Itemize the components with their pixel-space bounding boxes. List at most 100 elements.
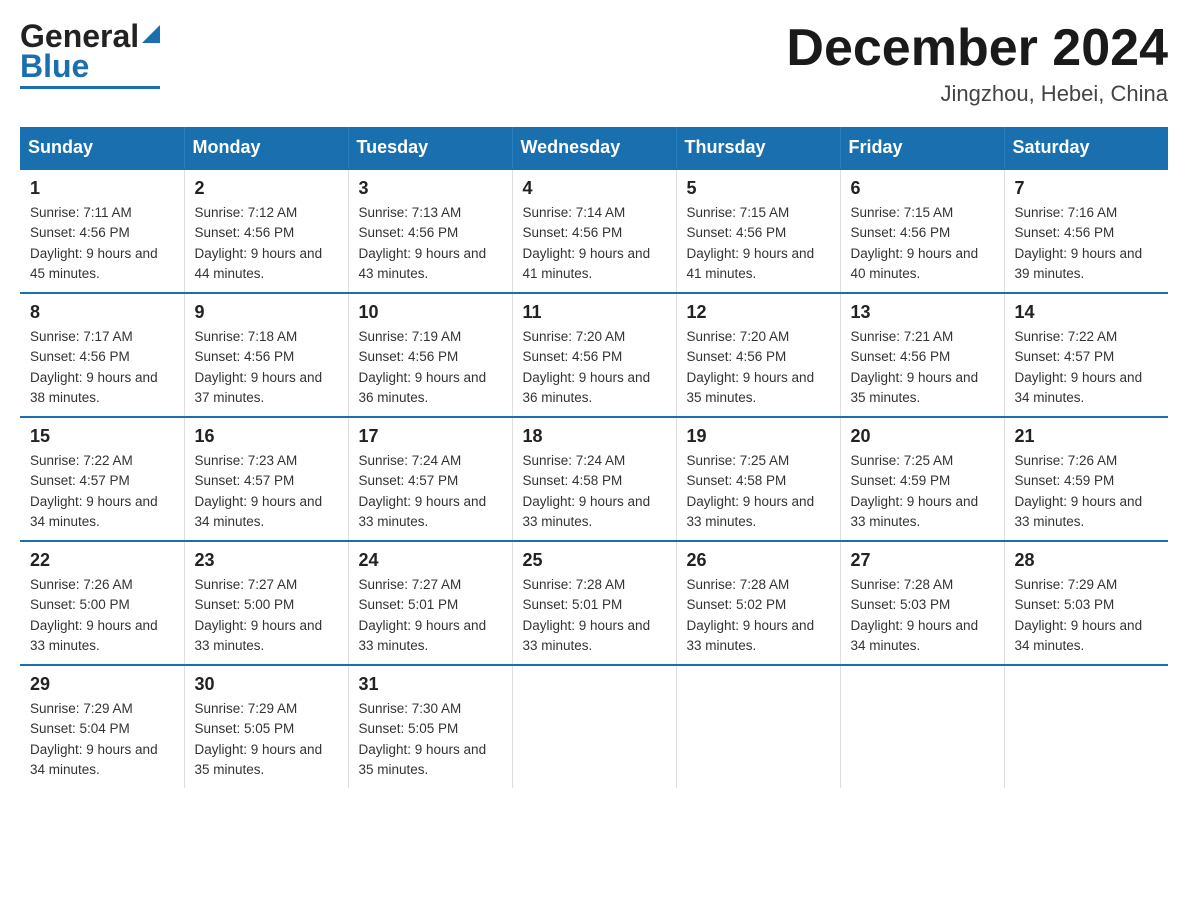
calendar-day-cell: 13 Sunrise: 7:21 AMSunset: 4:56 PMDaylig… — [840, 293, 1004, 417]
day-number: 10 — [359, 302, 502, 323]
day-info: Sunrise: 7:29 AMSunset: 5:03 PMDaylight:… — [1015, 575, 1159, 656]
calendar-day-cell: 20 Sunrise: 7:25 AMSunset: 4:59 PMDaylig… — [840, 417, 1004, 541]
day-info: Sunrise: 7:17 AMSunset: 4:56 PMDaylight:… — [30, 327, 174, 408]
calendar-day-cell: 6 Sunrise: 7:15 AMSunset: 4:56 PMDayligh… — [840, 169, 1004, 293]
calendar-day-cell: 4 Sunrise: 7:14 AMSunset: 4:56 PMDayligh… — [512, 169, 676, 293]
day-number: 14 — [1015, 302, 1159, 323]
day-number: 3 — [359, 178, 502, 199]
day-number: 19 — [687, 426, 830, 447]
day-info: Sunrise: 7:27 AMSunset: 5:00 PMDaylight:… — [195, 575, 338, 656]
page-title: December 2024 — [786, 20, 1168, 77]
day-number: 9 — [195, 302, 338, 323]
day-number: 28 — [1015, 550, 1159, 571]
page-header: General Blue December 2024 Jingzhou, Heb… — [20, 20, 1168, 107]
column-header-sunday: Sunday — [20, 127, 184, 169]
calendar-day-cell: 10 Sunrise: 7:19 AMSunset: 4:56 PMDaylig… — [348, 293, 512, 417]
day-info: Sunrise: 7:25 AMSunset: 4:59 PMDaylight:… — [851, 451, 994, 532]
day-info: Sunrise: 7:14 AMSunset: 4:56 PMDaylight:… — [523, 203, 666, 284]
column-header-saturday: Saturday — [1004, 127, 1168, 169]
day-info: Sunrise: 7:15 AMSunset: 4:56 PMDaylight:… — [687, 203, 830, 284]
day-number: 23 — [195, 550, 338, 571]
calendar-day-cell: 22 Sunrise: 7:26 AMSunset: 5:00 PMDaylig… — [20, 541, 184, 665]
day-number: 6 — [851, 178, 994, 199]
calendar-week-row: 15 Sunrise: 7:22 AMSunset: 4:57 PMDaylig… — [20, 417, 1168, 541]
day-info: Sunrise: 7:21 AMSunset: 4:56 PMDaylight:… — [851, 327, 994, 408]
day-info: Sunrise: 7:29 AMSunset: 5:04 PMDaylight:… — [30, 699, 174, 780]
calendar-day-cell: 15 Sunrise: 7:22 AMSunset: 4:57 PMDaylig… — [20, 417, 184, 541]
calendar-day-cell: 9 Sunrise: 7:18 AMSunset: 4:56 PMDayligh… — [184, 293, 348, 417]
day-info: Sunrise: 7:28 AMSunset: 5:03 PMDaylight:… — [851, 575, 994, 656]
calendar-day-cell: 23 Sunrise: 7:27 AMSunset: 5:00 PMDaylig… — [184, 541, 348, 665]
day-number: 4 — [523, 178, 666, 199]
calendar-day-cell: 11 Sunrise: 7:20 AMSunset: 4:56 PMDaylig… — [512, 293, 676, 417]
column-header-thursday: Thursday — [676, 127, 840, 169]
calendar-empty-cell — [676, 665, 840, 788]
day-number: 30 — [195, 674, 338, 695]
logo: General Blue — [20, 20, 160, 89]
day-info: Sunrise: 7:20 AMSunset: 4:56 PMDaylight:… — [687, 327, 830, 408]
day-number: 21 — [1015, 426, 1159, 447]
day-info: Sunrise: 7:12 AMSunset: 4:56 PMDaylight:… — [195, 203, 338, 284]
day-info: Sunrise: 7:25 AMSunset: 4:58 PMDaylight:… — [687, 451, 830, 532]
calendar-week-row: 1 Sunrise: 7:11 AMSunset: 4:56 PMDayligh… — [20, 169, 1168, 293]
calendar-day-cell: 7 Sunrise: 7:16 AMSunset: 4:56 PMDayligh… — [1004, 169, 1168, 293]
calendar-day-cell: 31 Sunrise: 7:30 AMSunset: 5:05 PMDaylig… — [348, 665, 512, 788]
calendar-day-cell: 28 Sunrise: 7:29 AMSunset: 5:03 PMDaylig… — [1004, 541, 1168, 665]
day-info: Sunrise: 7:30 AMSunset: 5:05 PMDaylight:… — [359, 699, 502, 780]
day-number: 18 — [523, 426, 666, 447]
day-info: Sunrise: 7:22 AMSunset: 4:57 PMDaylight:… — [1015, 327, 1159, 408]
day-number: 7 — [1015, 178, 1159, 199]
calendar-day-cell: 18 Sunrise: 7:24 AMSunset: 4:58 PMDaylig… — [512, 417, 676, 541]
day-info: Sunrise: 7:28 AMSunset: 5:01 PMDaylight:… — [523, 575, 666, 656]
day-number: 16 — [195, 426, 338, 447]
calendar-empty-cell — [512, 665, 676, 788]
calendar-day-cell: 24 Sunrise: 7:27 AMSunset: 5:01 PMDaylig… — [348, 541, 512, 665]
calendar-day-cell: 26 Sunrise: 7:28 AMSunset: 5:02 PMDaylig… — [676, 541, 840, 665]
logo-blue: Blue — [20, 48, 89, 84]
day-info: Sunrise: 7:20 AMSunset: 4:56 PMDaylight:… — [523, 327, 666, 408]
day-info: Sunrise: 7:26 AMSunset: 5:00 PMDaylight:… — [30, 575, 174, 656]
day-info: Sunrise: 7:15 AMSunset: 4:56 PMDaylight:… — [851, 203, 994, 284]
day-info: Sunrise: 7:11 AMSunset: 4:56 PMDaylight:… — [30, 203, 174, 284]
calendar-day-cell: 16 Sunrise: 7:23 AMSunset: 4:57 PMDaylig… — [184, 417, 348, 541]
day-info: Sunrise: 7:28 AMSunset: 5:02 PMDaylight:… — [687, 575, 830, 656]
day-info: Sunrise: 7:24 AMSunset: 4:57 PMDaylight:… — [359, 451, 502, 532]
day-number: 25 — [523, 550, 666, 571]
calendar-week-row: 8 Sunrise: 7:17 AMSunset: 4:56 PMDayligh… — [20, 293, 1168, 417]
day-info: Sunrise: 7:27 AMSunset: 5:01 PMDaylight:… — [359, 575, 502, 656]
day-number: 26 — [687, 550, 830, 571]
calendar-day-cell: 27 Sunrise: 7:28 AMSunset: 5:03 PMDaylig… — [840, 541, 1004, 665]
column-header-monday: Monday — [184, 127, 348, 169]
day-number: 24 — [359, 550, 502, 571]
calendar-day-cell: 8 Sunrise: 7:17 AMSunset: 4:56 PMDayligh… — [20, 293, 184, 417]
day-number: 8 — [30, 302, 174, 323]
calendar-empty-cell — [1004, 665, 1168, 788]
day-number: 31 — [359, 674, 502, 695]
calendar-day-cell: 5 Sunrise: 7:15 AMSunset: 4:56 PMDayligh… — [676, 169, 840, 293]
day-number: 17 — [359, 426, 502, 447]
column-header-tuesday: Tuesday — [348, 127, 512, 169]
calendar-day-cell: 12 Sunrise: 7:20 AMSunset: 4:56 PMDaylig… — [676, 293, 840, 417]
column-header-friday: Friday — [840, 127, 1004, 169]
day-info: Sunrise: 7:22 AMSunset: 4:57 PMDaylight:… — [30, 451, 174, 532]
calendar-header-row: SundayMondayTuesdayWednesdayThursdayFrid… — [20, 127, 1168, 169]
day-number: 13 — [851, 302, 994, 323]
day-info: Sunrise: 7:16 AMSunset: 4:56 PMDaylight:… — [1015, 203, 1159, 284]
day-number: 27 — [851, 550, 994, 571]
day-number: 12 — [687, 302, 830, 323]
calendar-week-row: 22 Sunrise: 7:26 AMSunset: 5:00 PMDaylig… — [20, 541, 1168, 665]
day-number: 1 — [30, 178, 174, 199]
day-number: 15 — [30, 426, 174, 447]
calendar-empty-cell — [840, 665, 1004, 788]
calendar-day-cell: 2 Sunrise: 7:12 AMSunset: 4:56 PMDayligh… — [184, 169, 348, 293]
title-section: December 2024 Jingzhou, Hebei, China — [786, 20, 1168, 107]
calendar-day-cell: 19 Sunrise: 7:25 AMSunset: 4:58 PMDaylig… — [676, 417, 840, 541]
calendar-day-cell: 1 Sunrise: 7:11 AMSunset: 4:56 PMDayligh… — [20, 169, 184, 293]
day-number: 5 — [687, 178, 830, 199]
calendar-day-cell: 21 Sunrise: 7:26 AMSunset: 4:59 PMDaylig… — [1004, 417, 1168, 541]
calendar-day-cell: 14 Sunrise: 7:22 AMSunset: 4:57 PMDaylig… — [1004, 293, 1168, 417]
calendar-day-cell: 3 Sunrise: 7:13 AMSunset: 4:56 PMDayligh… — [348, 169, 512, 293]
day-info: Sunrise: 7:29 AMSunset: 5:05 PMDaylight:… — [195, 699, 338, 780]
day-info: Sunrise: 7:24 AMSunset: 4:58 PMDaylight:… — [523, 451, 666, 532]
day-info: Sunrise: 7:18 AMSunset: 4:56 PMDaylight:… — [195, 327, 338, 408]
